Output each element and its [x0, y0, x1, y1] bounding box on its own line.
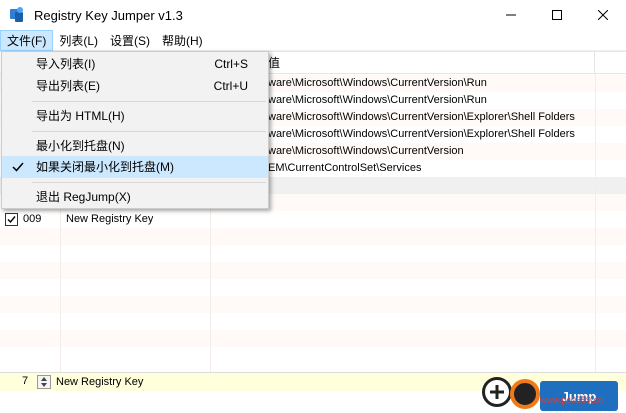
row-path: ware\Microsoft\Windows\CurrentVersion\Ru…	[268, 77, 487, 89]
check-icon	[7, 216, 16, 224]
app-icon	[8, 6, 26, 24]
menu-file[interactable]: 文件(F)	[0, 29, 54, 51]
menu-minimize-to-tray[interactable]: 最小化到托盘(N)	[2, 135, 268, 157]
minimize-icon	[506, 14, 516, 16]
window-title: Registry Key Jumper v1.3	[34, 7, 183, 23]
menu-bar: 文件(F) 列表(L) 设置(S) 帮助(H)	[0, 29, 626, 51]
table-row[interactable]	[0, 313, 626, 330]
menu-item-shortcut: Ctrl+U	[213, 79, 248, 93]
maximize-button[interactable]	[534, 0, 580, 30]
record-circle-icon[interactable]	[510, 379, 540, 409]
maximize-icon	[552, 10, 562, 20]
row-path: ware\Microsoft\Windows\CurrentVersion\Ru…	[268, 94, 487, 106]
table-row[interactable]	[0, 245, 626, 262]
row-path: ware\Microsoft\Windows\CurrentVersion\Ex…	[268, 111, 575, 123]
table-row[interactable]	[0, 330, 626, 347]
window-controls	[488, 0, 626, 30]
menu-item-label: 最小化到托盘(N)	[36, 139, 125, 153]
table-row[interactable]	[0, 279, 626, 296]
menu-list[interactable]: 列表(L)	[53, 30, 104, 51]
menu-close-minimize-to-tray[interactable]: 如果关闭最小化到托盘(M)	[2, 156, 268, 178]
table-row[interactable]: 009 New Registry Key	[0, 211, 626, 228]
add-circle-icon[interactable]	[482, 377, 512, 407]
row-number: 009	[23, 213, 42, 225]
menu-separator	[32, 131, 266, 132]
menu-export-html[interactable]: 导出为 HTML(H)	[2, 105, 268, 127]
menu-help[interactable]: 帮助(H)	[156, 30, 209, 51]
column-divider	[595, 74, 596, 372]
spinner-arrows-icon	[41, 377, 47, 387]
menu-item-label: 导出为 HTML(H)	[36, 109, 125, 123]
row-path: ware\Microsoft\Windows\CurrentVersion\Ex…	[268, 128, 575, 140]
menu-item-label: 退出 RegJump(X)	[36, 190, 131, 204]
file-menu-dropdown: 导入列表(I) Ctrl+S 导出列表(E) Ctrl+U 导出为 HTML(H…	[1, 51, 269, 209]
table-row[interactable]	[0, 228, 626, 245]
index-field[interactable]: 7	[16, 375, 34, 387]
menu-item-label: 导出列表(E)	[36, 79, 100, 93]
table-row[interactable]	[0, 347, 626, 364]
key-name-field[interactable]: New Registry Key	[56, 376, 143, 388]
checkmark-icon	[11, 159, 25, 181]
table-row[interactable]	[0, 296, 626, 313]
row-checkbox[interactable]	[5, 213, 18, 226]
menu-import-list[interactable]: 导入列表(I) Ctrl+S	[2, 53, 268, 75]
row-path: EM\CurrentControlSet\Services	[268, 162, 422, 174]
menu-settings[interactable]: 设置(S)	[104, 30, 156, 51]
menu-item-label: 导入列表(I)	[36, 57, 96, 71]
menu-separator	[32, 101, 266, 102]
row-path: ware\Microsoft\Windows\CurrentVersion	[268, 145, 464, 157]
table-row[interactable]	[0, 262, 626, 279]
status-bar: 7 New Registry Key Jump www.pc0359.cn	[0, 372, 626, 413]
menu-export-list[interactable]: 导出列表(E) Ctrl+U	[2, 75, 268, 97]
menu-item-label: 如果关闭最小化到托盘(M)	[36, 160, 174, 174]
minimize-button[interactable]	[488, 0, 534, 30]
title-bar: Registry Key Jumper v1.3	[0, 0, 626, 30]
close-icon	[598, 10, 608, 20]
watermark-text: www.pc0359.cn	[540, 395, 604, 405]
row-name: New Registry Key	[66, 213, 154, 225]
menu-item-shortcut: Ctrl+S	[214, 57, 248, 71]
menu-separator	[32, 182, 266, 183]
index-spinner[interactable]	[37, 375, 51, 389]
menu-exit[interactable]: 退出 RegJump(X)	[2, 186, 268, 208]
column-value-label: 值	[268, 56, 281, 70]
close-button[interactable]	[580, 0, 626, 30]
